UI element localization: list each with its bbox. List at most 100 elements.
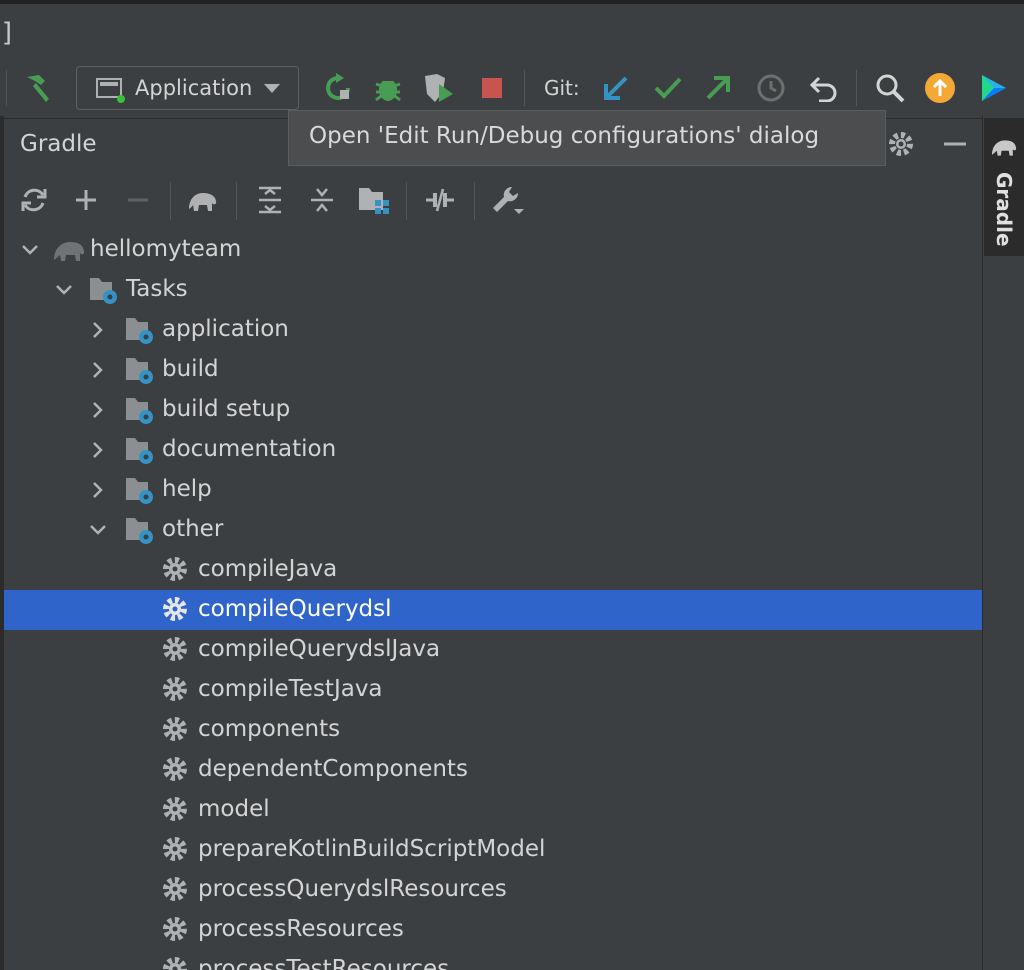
tree-node-task[interactable]: compileTestJava xyxy=(4,670,982,710)
tree-node-task[interactable]: prepareKotlinBuildScriptModel xyxy=(4,830,982,870)
gradle-task-tree: hellomyteam Tasks application build buil… xyxy=(4,230,982,970)
panel-title: Gradle xyxy=(20,131,97,157)
git-commit-check-icon[interactable] xyxy=(650,70,686,106)
tree-node-label: components xyxy=(198,716,341,742)
tree-node-label: build xyxy=(162,356,219,382)
tree-node-group[interactable]: documentation xyxy=(4,430,982,470)
gear-icon xyxy=(160,754,194,786)
settings-gear-icon[interactable] xyxy=(886,129,918,161)
search-icon[interactable] xyxy=(872,70,908,106)
side-tab-label: Gradle xyxy=(992,172,1016,247)
group-modules-icon[interactable] xyxy=(356,182,392,218)
run-config-label: Application xyxy=(135,76,253,100)
stop-icon[interactable] xyxy=(474,70,510,106)
gear-icon xyxy=(160,634,194,666)
toggle-offline-mode-icon[interactable] xyxy=(422,182,458,218)
tree-node-task[interactable]: processQuerydslResources xyxy=(4,870,982,910)
toolbox-logo-icon[interactable] xyxy=(976,70,1012,106)
tree-node-label: Tasks xyxy=(126,276,188,302)
tree-node-task[interactable]: dependentComponents xyxy=(4,750,982,790)
tree-node-label: compileQuerydslJava xyxy=(198,636,441,662)
task-folder-gear-icon xyxy=(124,314,158,346)
hide-panel-minus-icon[interactable] xyxy=(940,129,972,161)
tooltip: Open 'Edit Run/Debug configurations' dia… xyxy=(288,110,886,166)
tree-node-label: compileTestJava xyxy=(198,676,383,702)
gradle-side-tab[interactable]: Gradle xyxy=(984,118,1024,256)
task-folder-gear-icon xyxy=(124,474,158,506)
tree-node-label: documentation xyxy=(162,436,337,462)
git-push-icon[interactable] xyxy=(700,70,736,106)
build-hammer-icon[interactable] xyxy=(20,70,56,106)
reload-gradle-icon[interactable] xyxy=(16,182,52,218)
tree-node-label: processResources xyxy=(198,916,404,942)
window-edge xyxy=(0,0,1024,4)
execute-gradle-task-elephant-icon[interactable] xyxy=(184,182,220,218)
collapse-all-icon[interactable] xyxy=(304,182,340,218)
tree-node-task[interactable]: processTestResources xyxy=(4,950,982,970)
git-update-project-icon[interactable] xyxy=(598,70,634,106)
tree-node-group[interactable]: build setup xyxy=(4,390,982,430)
chevron-right-icon[interactable] xyxy=(88,358,108,382)
task-folder-gear-icon xyxy=(124,514,158,546)
application-config-icon xyxy=(96,78,125,103)
tree-node-task[interactable]: compileJava xyxy=(4,550,982,590)
tree-node-label: processQuerydslResources xyxy=(198,876,507,902)
chevron-right-icon[interactable] xyxy=(88,398,108,422)
rerun-icon[interactable] xyxy=(320,70,356,106)
chevron-down-icon[interactable] xyxy=(54,278,74,302)
add-plus-icon[interactable] xyxy=(68,182,104,218)
task-folder-gear-icon xyxy=(124,354,158,386)
tree-node-label: build setup xyxy=(162,396,291,422)
tree-node-label: help xyxy=(162,476,212,502)
tree-node-label: hellomyteam xyxy=(90,236,242,262)
tree-node-task[interactable]: model xyxy=(4,790,982,830)
task-folder-gear-icon xyxy=(88,274,122,306)
tree-node-label: compileQuerydsl xyxy=(198,596,392,622)
toolbar-separator xyxy=(406,182,407,220)
tree-node-group[interactable]: other xyxy=(4,510,982,550)
gear-icon xyxy=(160,714,194,746)
chevron-down-icon xyxy=(264,84,280,93)
debug-bug-icon[interactable] xyxy=(370,70,406,106)
gear-icon xyxy=(160,594,194,626)
tree-node-group[interactable]: application xyxy=(4,310,982,350)
run-config-selector[interactable]: Application xyxy=(76,66,299,110)
run-with-coverage-icon[interactable] xyxy=(420,70,456,106)
chevron-right-icon[interactable] xyxy=(88,318,108,342)
task-folder-gear-icon xyxy=(124,394,158,426)
toolbar-separator xyxy=(524,70,525,106)
gear-icon xyxy=(160,794,194,826)
rollback-undo-icon[interactable] xyxy=(806,70,842,106)
gear-icon xyxy=(160,914,194,946)
title-bar: ] xyxy=(0,0,1024,60)
update-available-icon[interactable] xyxy=(922,70,958,106)
tree-node-label: dependentComponents xyxy=(198,756,468,782)
build-tool-settings-wrench-icon[interactable] xyxy=(490,182,526,218)
gradle-elephant-icon xyxy=(992,140,1017,156)
git-history-clock-icon[interactable] xyxy=(753,70,789,106)
tree-node-project[interactable]: hellomyteam xyxy=(4,230,982,270)
tree-node-label: processTestResources xyxy=(198,956,450,970)
expand-all-icon[interactable] xyxy=(252,182,288,218)
tree-node-task-selected[interactable]: compileQuerydsl xyxy=(4,590,982,630)
chevron-down-icon[interactable] xyxy=(88,518,108,542)
chevron-down-icon[interactable] xyxy=(20,238,40,262)
gradle-elephant-icon xyxy=(52,234,86,266)
chevron-right-icon[interactable] xyxy=(88,438,108,462)
tree-node-group[interactable]: build xyxy=(4,350,982,390)
chevron-right-icon[interactable] xyxy=(88,478,108,502)
tree-node-label: prepareKotlinBuildScriptModel xyxy=(198,836,546,862)
tree-node-label: model xyxy=(198,796,270,822)
tooltip-text: Open 'Edit Run/Debug configurations' dia… xyxy=(309,123,820,149)
gear-icon xyxy=(160,874,194,906)
tree-node-label: application xyxy=(162,316,289,342)
toolbar-separator xyxy=(474,182,475,220)
gear-icon xyxy=(160,834,194,866)
tree-node-tasks[interactable]: Tasks xyxy=(4,270,982,310)
tree-node-task[interactable]: components xyxy=(4,710,982,750)
gear-icon xyxy=(160,954,194,970)
git-label: Git: xyxy=(544,76,580,100)
tree-node-task[interactable]: compileQuerydslJava xyxy=(4,630,982,670)
tree-node-group[interactable]: help xyxy=(4,470,982,510)
tree-node-task[interactable]: processResources xyxy=(4,910,982,950)
